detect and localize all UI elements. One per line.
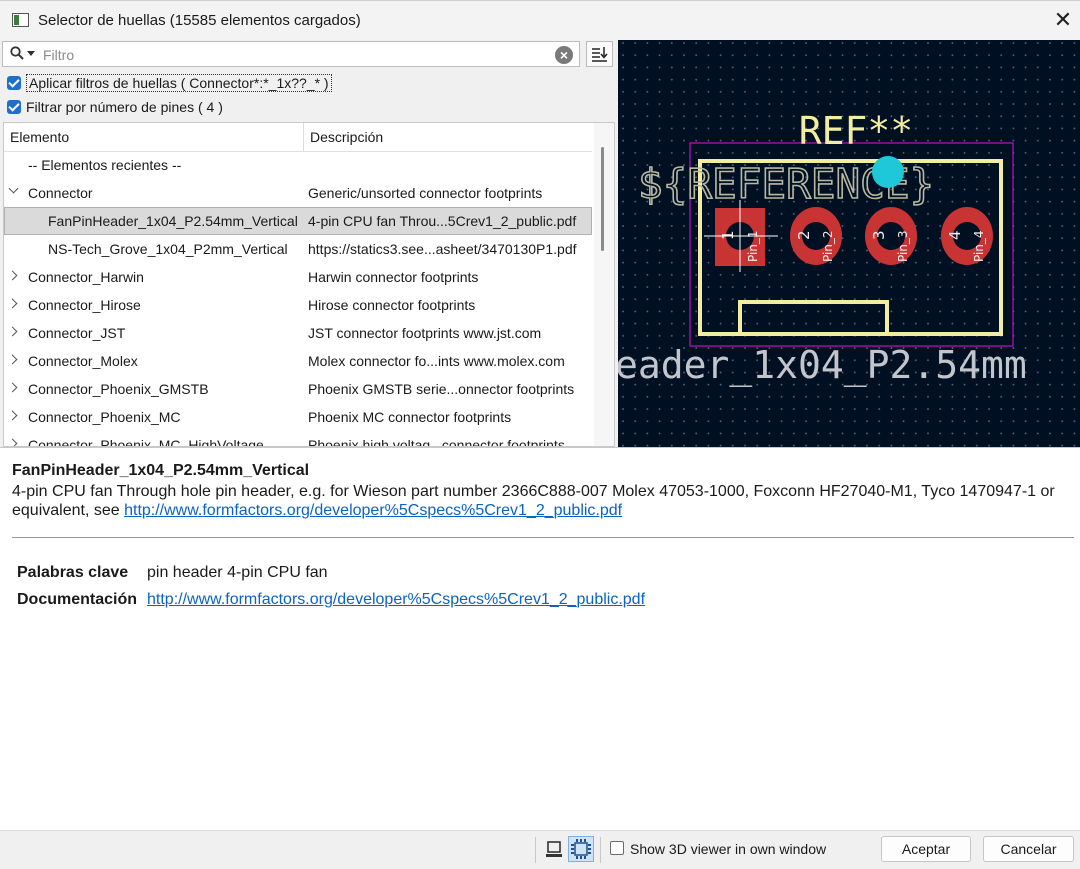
description-link[interactable]: http://www.formfactors.org/developer%5Cs…	[124, 502, 622, 519]
pad-number: 2	[795, 230, 813, 240]
keywords-value: pin header 4-pin CPU fan	[147, 564, 328, 581]
row-name: Connector_Harwin	[28, 269, 144, 285]
row-name: Connector_Hirose	[28, 297, 141, 313]
row-name: FanPinHeader_1x04_P2.54mm_Vertical	[48, 213, 298, 229]
cancel-button[interactable]: Cancelar	[983, 836, 1074, 862]
tree-row[interactable]: Connector_JST JST connector footprints w…	[4, 319, 592, 347]
details-panel: FanPinHeader_1x04_P2.54mm_Vertical 4-pin…	[0, 447, 1080, 831]
tree-row[interactable]: Connector_Phoenix_MC Phoenix MC connecto…	[4, 403, 592, 431]
pad-label: Pin_4	[972, 230, 986, 262]
row-description: Phoenix MC connector footprints	[308, 409, 512, 425]
details-divider	[12, 537, 1074, 538]
column-header-element[interactable]: Elemento	[10, 129, 69, 145]
footprint-description: 4-pin CPU fan Through hole pin header, e…	[12, 482, 1072, 520]
show-3d-label[interactable]: Show 3D viewer in own window	[630, 841, 826, 857]
row-description: Harwin connector footprints	[308, 269, 479, 285]
pad-number: 1	[719, 230, 737, 240]
app-icon	[12, 13, 29, 27]
filter-input[interactable]	[41, 45, 545, 65]
row-name: Connector	[28, 185, 93, 201]
anchor-marker	[872, 156, 904, 188]
top-border	[0, 0, 1080, 1]
chevron-right-icon[interactable]	[7, 382, 18, 393]
chevron-down-icon[interactable]	[8, 183, 19, 194]
row-name: Connector_Phoenix_MC	[28, 409, 181, 425]
pad-label: Pin_3	[896, 230, 910, 262]
row-description: Phoenix GMSTB serie...onnector footprint…	[308, 381, 575, 397]
clear-icon[interactable]: ×	[555, 46, 573, 64]
chevron-down-icon[interactable]	[27, 51, 35, 56]
tree-row[interactable]: Connector_Phoenix_GMSTB Phoenix GMSTB se…	[4, 375, 592, 403]
row-description: Hirose connector footprints	[308, 297, 476, 313]
footprint-canvas[interactable]: REF** ${REFERENCE} eader_1x04_P2.54mm 1 …	[618, 40, 1080, 447]
monitor-icon	[546, 841, 562, 857]
toolbar-separator	[600, 837, 601, 863]
tree-row-recent[interactable]: -- Elementos recientes --	[4, 151, 592, 179]
show-3d-checkbox[interactable]	[610, 841, 624, 855]
documentation-label: Documentación	[17, 591, 138, 608]
row-name: -- Elementos recientes --	[28, 157, 182, 173]
pin-count-checkbox[interactable]	[7, 100, 21, 114]
row-description: JST connector footprints www.jst.com	[308, 325, 542, 341]
column-header-description[interactable]: Descripción	[310, 129, 383, 145]
pin-count-checkbox-row[interactable]: Filtrar por número de pines ( 4 )	[7, 97, 223, 117]
value-text: eader_1x04_P2.54mm	[618, 343, 1027, 388]
tree-row[interactable]: Connector_Harwin Harwin connector footpr…	[4, 263, 592, 291]
accept-button[interactable]: Aceptar	[881, 836, 971, 862]
row-description: https://statics3.see...asheet/3470130P1.…	[308, 241, 577, 257]
column-divider[interactable]	[303, 123, 304, 151]
bottom-bar: Show 3D viewer in own window Aceptar Can…	[0, 830, 1080, 869]
ref-text: REF**	[799, 109, 913, 153]
title-bar: Selector de huellas (15585 elementos car…	[0, 0, 1080, 40]
pad-number: 3	[870, 230, 888, 240]
tree-row[interactable]: Connector_Molex Molex connector fo...int…	[4, 347, 592, 375]
tree-header: Elemento Descripción	[4, 123, 592, 152]
documentation-link[interactable]: http://www.formfactors.org/developer%5Cs…	[147, 591, 645, 609]
chevron-right-icon[interactable]	[7, 326, 18, 337]
sort-icon	[592, 47, 608, 62]
chevron-right-icon[interactable]	[7, 410, 18, 421]
row-name: Connector_Phoenix_MC_HighVoltage	[28, 437, 264, 447]
pad-number: 4	[946, 230, 964, 240]
row-name: NS-Tech_Grove_1x04_P2mm_Vertical	[48, 241, 288, 257]
chevron-right-icon[interactable]	[7, 354, 18, 365]
apply-filters-checkbox-row[interactable]: Aplicar filtros de huellas ( Connector*:…	[7, 73, 332, 93]
tree-row[interactable]: Connector_Phoenix_MC_HighVoltage Phoenix…	[4, 431, 592, 447]
row-name: Connector_JST	[28, 325, 126, 341]
chevron-right-icon[interactable]	[7, 438, 18, 446]
scrollbar-thumb[interactable]	[601, 147, 604, 251]
tree-scrollbar[interactable]	[594, 123, 614, 446]
chevron-right-icon[interactable]	[7, 298, 18, 309]
tree-row-selected[interactable]: FanPinHeader_1x04_P2.54mm_Vertical 4-pin…	[4, 207, 592, 235]
tree-row-connector[interactable]: Connector Generic/unsorted connector foo…	[4, 179, 592, 207]
row-description: Phoenix high voltag...connector footprin…	[308, 437, 565, 447]
filter-box[interactable]: ×	[2, 41, 580, 67]
tree-row[interactable]: Connector_Hirose Hirose connector footpr…	[4, 291, 592, 319]
footprint-preview[interactable]: REF** ${REFERENCE} eader_1x04_P2.54mm 1 …	[618, 40, 1080, 447]
keywords-label: Palabras clave	[17, 564, 129, 581]
library-pane: × Aplicar filtros de huellas ( Connector…	[0, 40, 618, 447]
search-icon[interactable]	[10, 46, 24, 60]
row-description: Generic/unsorted connector footprints	[308, 185, 543, 201]
footprint-name: FanPinHeader_1x04_P2.54mm_Vertical	[12, 462, 310, 479]
chevron-right-icon[interactable]	[7, 270, 18, 281]
chip-icon	[571, 839, 591, 859]
sort-button[interactable]	[586, 41, 613, 67]
close-button[interactable]: ✕	[1050, 6, 1076, 34]
toolbar-separator	[535, 837, 536, 863]
window-title: Selector de huellas (15585 elementos car…	[38, 12, 361, 29]
tree-row[interactable]: NS-Tech_Grove_1x04_P2mm_Vertical https:/…	[4, 235, 592, 263]
footprint-tree[interactable]: Elemento Descripción -- Elementos recien…	[3, 122, 615, 447]
pad-label: Pin_1	[746, 230, 760, 262]
3d-view-button[interactable]	[541, 836, 567, 862]
pad-label: Pin_2	[821, 230, 835, 262]
footprint-view-button[interactable]	[568, 836, 594, 862]
apply-filters-label[interactable]: Aplicar filtros de huellas ( Connector*:…	[26, 74, 332, 92]
row-name: Connector_Phoenix_GMSTB	[28, 381, 209, 397]
row-description: 4-pin CPU fan Throu...5Crev1_2_public.pd…	[308, 213, 577, 229]
pin-count-label[interactable]: Filtrar por número de pines ( 4 )	[26, 99, 223, 115]
apply-filters-checkbox[interactable]	[7, 76, 21, 90]
row-description: Molex connector fo...ints www.molex.com	[308, 353, 565, 369]
row-name: Connector_Molex	[28, 353, 138, 369]
